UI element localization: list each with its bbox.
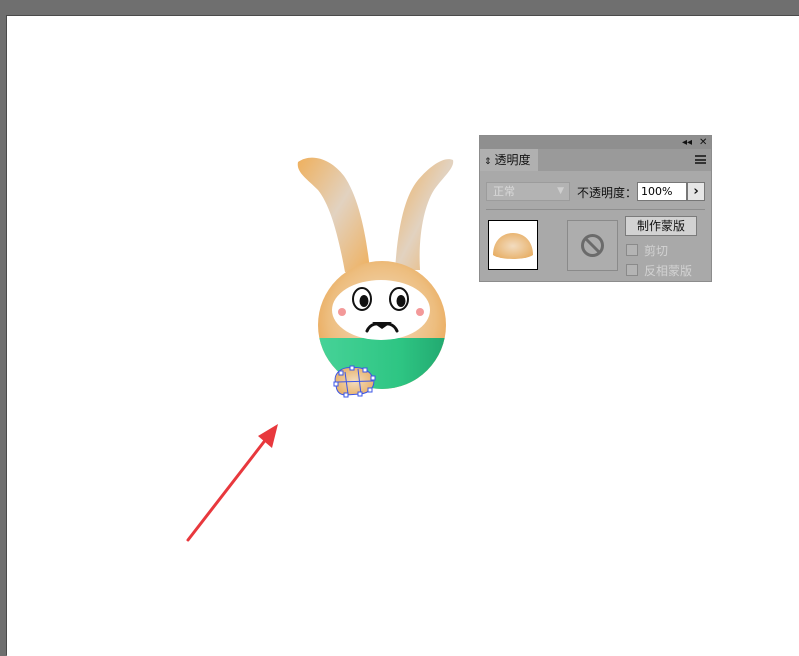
opacity-slider-button[interactable]: › [687, 182, 705, 201]
paw-thumbnail-icon [493, 233, 533, 259]
collapse-panel-icon[interactable]: ◂◂ [682, 136, 692, 149]
clip-checkbox[interactable] [626, 244, 638, 256]
opacity-input[interactable]: 100% [637, 182, 687, 201]
close-panel-icon[interactable]: ✕ [699, 136, 707, 149]
panel-tab-row: ⇕ 透明度 [480, 149, 711, 171]
invert-mask-checkbox[interactable] [626, 264, 638, 276]
blend-mode-value: 正常 [493, 185, 515, 198]
object-thumbnail[interactable] [488, 220, 538, 270]
mask-thumbnail[interactable] [567, 220, 618, 271]
artboard[interactable] [7, 16, 799, 656]
updown-arrows-icon: ⇕ [484, 157, 492, 167]
blend-mode-select[interactable]: 正常 ▼ [486, 182, 570, 201]
clip-label: 剪切 [644, 244, 669, 258]
invert-mask-label: 反相蒙版 [644, 264, 693, 278]
chevron-down-icon: ▼ [557, 186, 564, 196]
clip-checkbox-row[interactable]: 剪切 [626, 242, 668, 259]
tab-transparency[interactable]: ⇕ 透明度 [480, 149, 538, 171]
prohibited-icon [581, 234, 604, 257]
make-mask-button[interactable]: 制作蒙版 [625, 216, 697, 236]
invert-mask-checkbox-row[interactable]: 反相蒙版 [626, 262, 692, 279]
transparency-panel: ◂◂ ✕ ⇕ 透明度 正常 ▼ 不透明度： 100% › 制作蒙版 剪切 反相蒙… [479, 135, 712, 282]
hamburger-menu-icon[interactable] [695, 155, 706, 164]
tab-transparency-label: 透明度 [494, 153, 531, 167]
opacity-label: 不透明度： [577, 186, 638, 200]
panel-titlebar[interactable]: ◂◂ ✕ [480, 136, 711, 149]
panel-divider [486, 209, 705, 210]
